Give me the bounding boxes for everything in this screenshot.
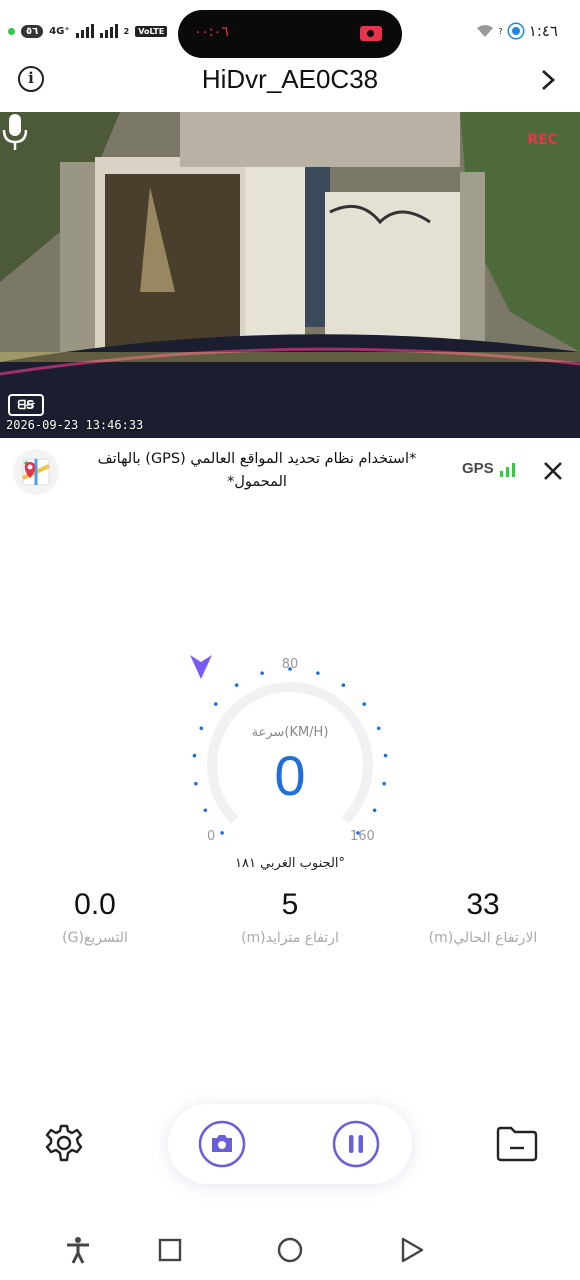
acceleration-stat: 0.0 التسريع(G) bbox=[0, 888, 190, 946]
speedometer-tick bbox=[234, 683, 239, 687]
speedometer-tick bbox=[372, 808, 377, 813]
elevation-gain-label: ارتفاع متزايد(m) bbox=[241, 930, 339, 946]
elevation-gain-value: 5 bbox=[281, 888, 299, 921]
speedometer-tick bbox=[192, 753, 197, 758]
speed-unit-label: (KM/H)سرعة bbox=[251, 725, 329, 740]
map-pin-icon bbox=[13, 449, 59, 495]
triangle-icon[interactable] bbox=[398, 1236, 426, 1264]
pause-icon[interactable] bbox=[332, 1120, 380, 1168]
gps-signal-bar bbox=[511, 463, 515, 477]
privacy-dot bbox=[8, 27, 15, 35]
circle-icon[interactable] bbox=[276, 1236, 304, 1264]
speedometer-tick bbox=[194, 781, 198, 786]
acceleration-value: 0.0 bbox=[74, 888, 116, 921]
accessibility-icon[interactable] bbox=[64, 1236, 92, 1264]
speedometer-tick bbox=[260, 671, 264, 675]
microphone-icon[interactable] bbox=[0, 112, 30, 152]
speedometer-tick bbox=[341, 683, 346, 687]
gps-usage-message: *استخدام نظام تحديد المواقع العالمي (GPS… bbox=[97, 451, 417, 490]
sim2-label: 2 bbox=[123, 26, 130, 36]
speedometer-tick bbox=[213, 702, 218, 706]
camera-scene-image bbox=[0, 112, 580, 438]
folder-icon[interactable] bbox=[496, 1126, 538, 1162]
dashcam-logo: ᗺꞨ bbox=[8, 394, 44, 416]
scale-mid-label: 80 bbox=[281, 657, 299, 672]
gps-banner: *استخدام نظام تحديد المواقع العالمي (GPS… bbox=[0, 440, 580, 506]
heading-direction: °الجنوب الغربي ١٨١ bbox=[234, 856, 346, 871]
speedometer-tick bbox=[383, 753, 388, 758]
current-altitude-value: 33 bbox=[466, 888, 500, 921]
speedometer-tick bbox=[220, 831, 224, 835]
wifi-label: ? bbox=[498, 26, 503, 36]
square-icon[interactable] bbox=[156, 1236, 184, 1264]
battery-indicator: ٥٦ bbox=[21, 24, 44, 38]
signal-bars-icon bbox=[75, 24, 94, 38]
acceleration-label: التسريع(G) bbox=[62, 930, 128, 946]
speedometer-tick bbox=[203, 808, 208, 813]
recording-timer: ٠٠:٠٦ bbox=[194, 24, 229, 40]
rec-indicator: REC bbox=[527, 132, 558, 148]
chevron-right-icon[interactable] bbox=[534, 66, 562, 94]
speedometer-tick bbox=[376, 726, 381, 731]
close-icon[interactable] bbox=[542, 460, 564, 482]
gps-signal-bar bbox=[499, 471, 503, 477]
status-left: ٥٦ 4G⁺ 2 VoLTE bbox=[8, 24, 168, 38]
wifi-icon bbox=[476, 25, 493, 37]
app-header: i HiDvr_AE0C38 bbox=[0, 62, 580, 112]
status-bar: ٥٦ 4G⁺ 2 VoLTE ٠٠:٠٦ ? ١:٤٦ bbox=[0, 0, 580, 62]
speedometer-tick bbox=[199, 726, 204, 731]
gear-icon[interactable] bbox=[44, 1123, 84, 1163]
heading-arrow-icon bbox=[190, 655, 212, 679]
status-right: ? ١:٤٦ bbox=[476, 22, 558, 40]
location-icon bbox=[508, 24, 523, 38]
speedometer-tick bbox=[316, 671, 320, 675]
recording-controls bbox=[168, 1104, 412, 1184]
scale-max-label: 160 bbox=[350, 829, 375, 844]
speedometer-tick bbox=[382, 781, 386, 786]
camera-preview[interactable]: REC ᗺꞨ 2026-09-23 13:46:33 bbox=[0, 112, 580, 438]
gps-signal-status: GPS bbox=[462, 460, 515, 477]
current-altitude-label: الارتفاع الحالي(m) bbox=[428, 930, 538, 946]
clock: ١:٤٦ bbox=[528, 22, 558, 40]
scale-min-label: 0 bbox=[207, 829, 216, 844]
signal-bars-sim2-icon bbox=[99, 24, 118, 38]
gps-signal-bar bbox=[505, 467, 509, 477]
speed-value: 0 bbox=[274, 744, 306, 807]
camera-timestamp: 2026-09-23 13:46:33 bbox=[6, 418, 144, 432]
screen-recording-pill[interactable]: ٠٠:٠٦ bbox=[178, 10, 402, 58]
page-title: HiDvr_AE0C38 bbox=[201, 64, 379, 94]
system-nav-bar bbox=[0, 1222, 580, 1280]
elevation-gain-stat: 5 ارتفاع متزايد(m) bbox=[195, 888, 385, 946]
current-altitude-stat: 33 الارتفاع الحالي(m) bbox=[388, 888, 578, 946]
camera-icon[interactable] bbox=[198, 1120, 246, 1168]
speedometer: 80 0 160 (KM/H)سرعة 0 bbox=[190, 655, 390, 875]
video-camera-icon bbox=[360, 26, 382, 41]
volte-badge: VoLTE bbox=[135, 25, 168, 37]
gps-label: GPS bbox=[462, 460, 494, 477]
speedometer-tick bbox=[362, 702, 367, 706]
network-type: 4G⁺ bbox=[49, 25, 70, 37]
